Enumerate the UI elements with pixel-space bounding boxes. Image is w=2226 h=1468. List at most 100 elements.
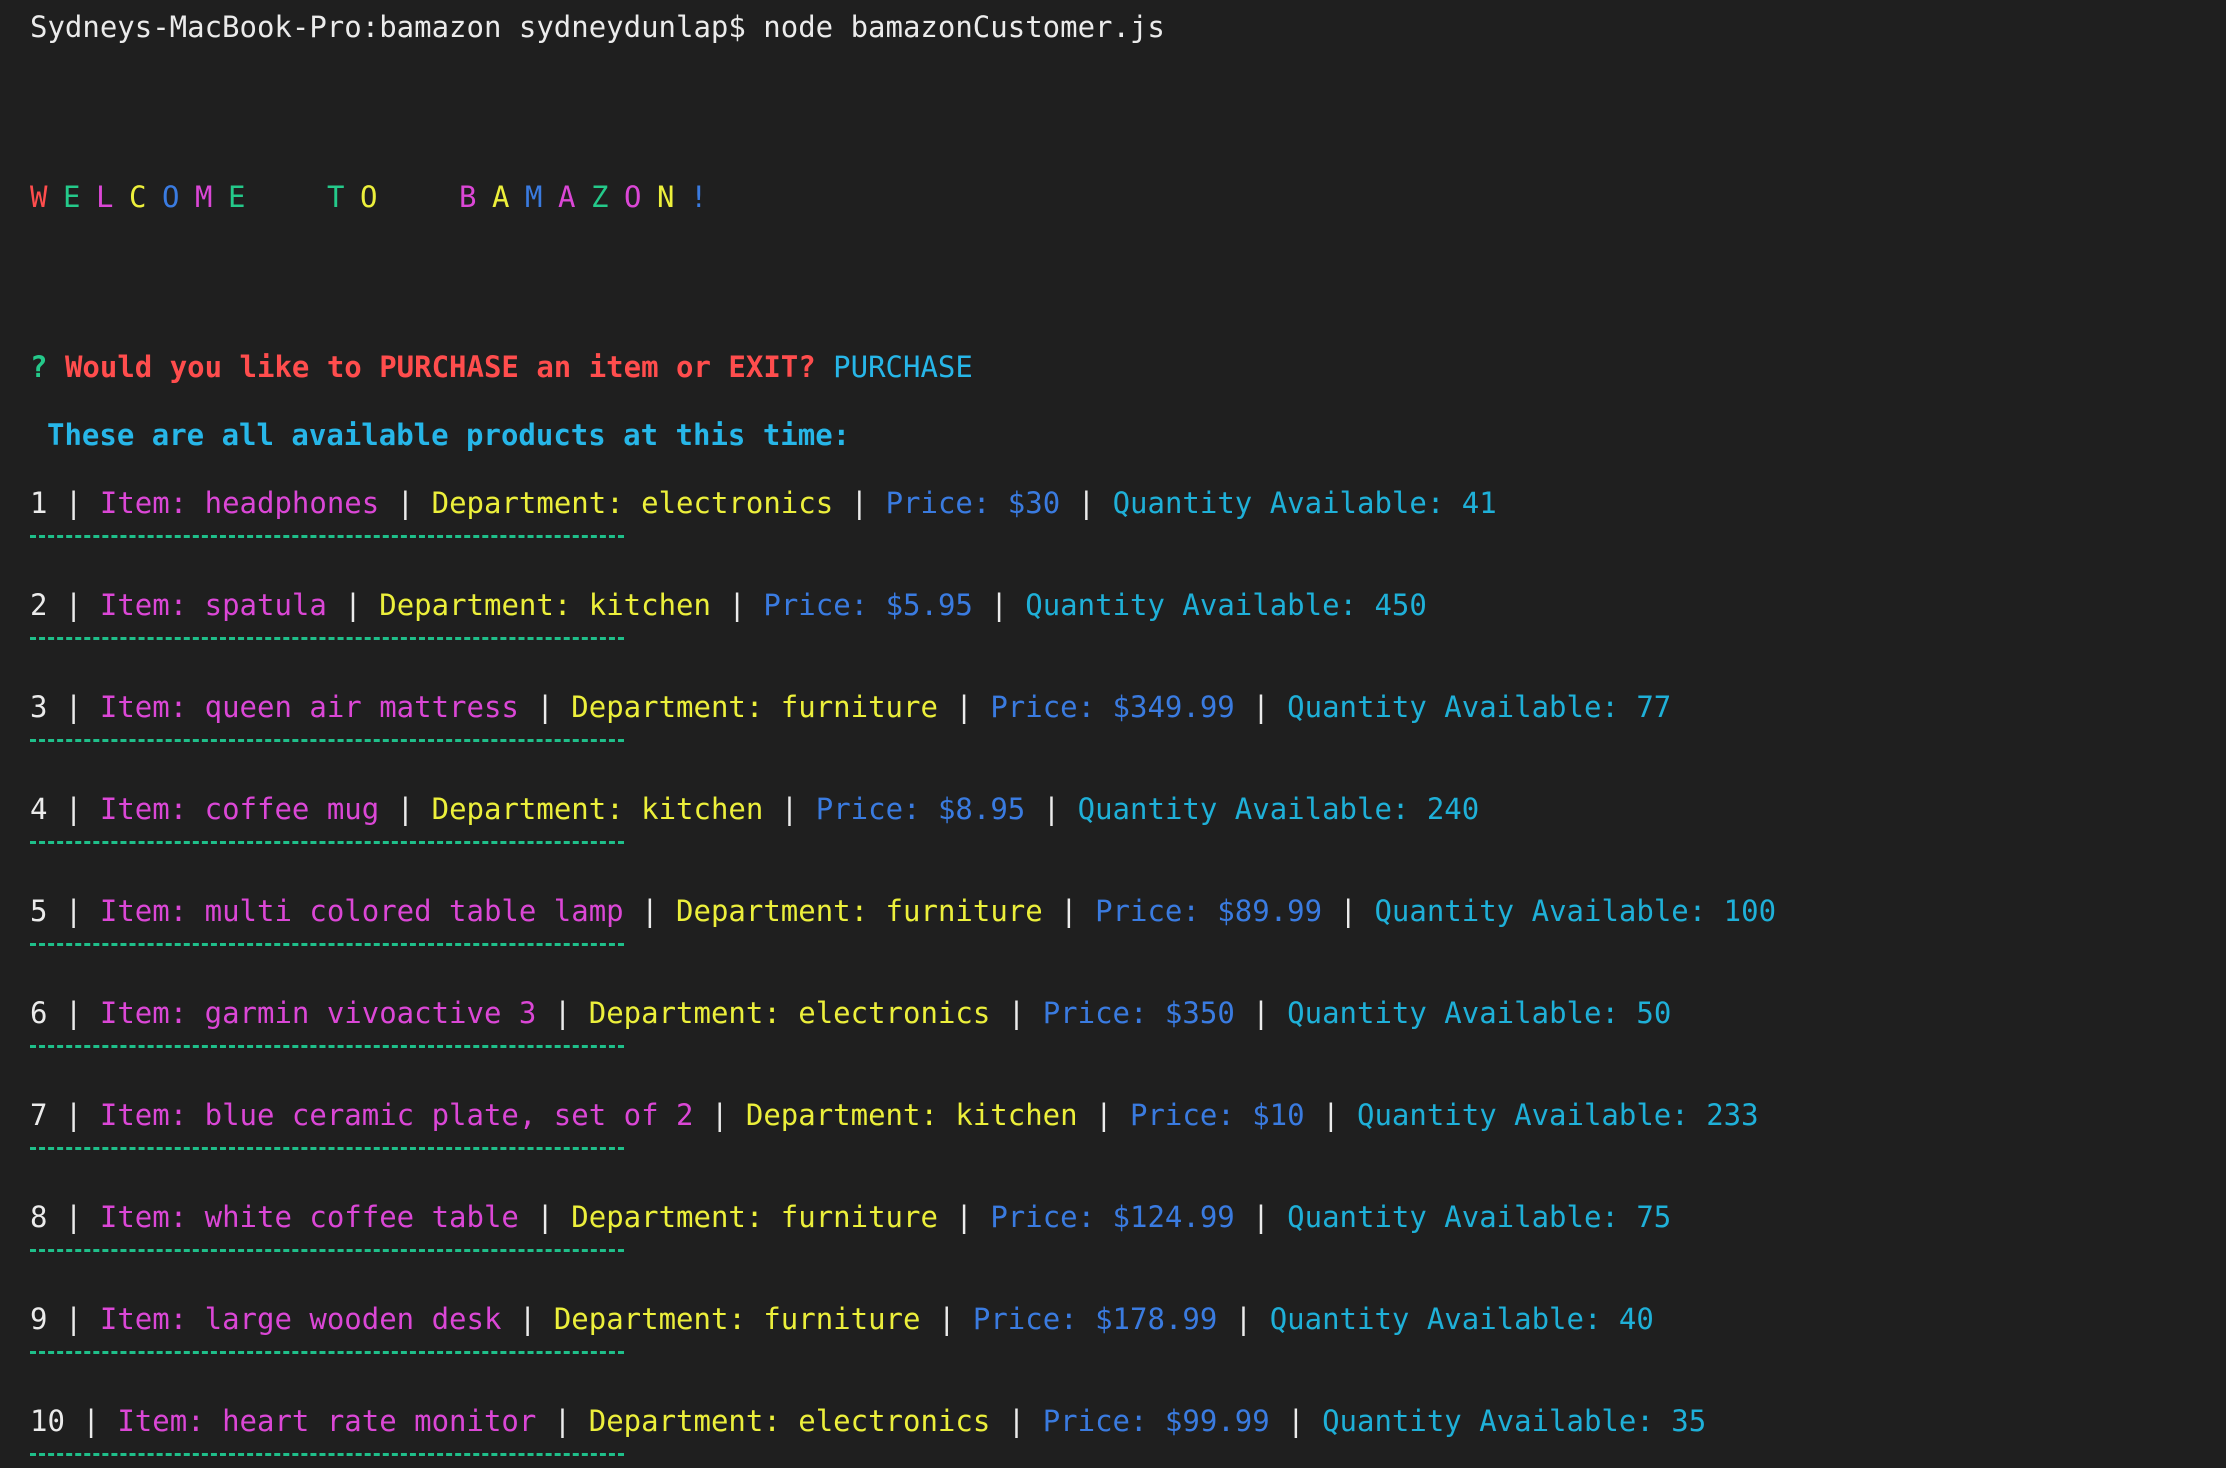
product-item: Item: headphones bbox=[99, 486, 380, 520]
product-department: Department: furniture bbox=[571, 1200, 938, 1234]
welcome-letter: E bbox=[63, 180, 81, 214]
row-divider bbox=[30, 1045, 624, 1048]
separator: | bbox=[518, 690, 572, 724]
product-price: Price: $99.99 bbox=[1042, 1404, 1270, 1438]
product-department: Department: kitchen bbox=[745, 1098, 1078, 1132]
welcome-letter: O bbox=[360, 180, 378, 214]
product-id: 9 bbox=[30, 1302, 48, 1336]
separator: | bbox=[379, 486, 432, 520]
welcome-letter: B bbox=[459, 180, 477, 214]
product-row: 5 | Item: multi colored table lamp | Dep… bbox=[30, 891, 1776, 931]
welcome-letter: A bbox=[492, 180, 510, 214]
product-department: Department: kitchen bbox=[431, 792, 764, 826]
product-id: 6 bbox=[30, 996, 48, 1030]
product-quantity: Quantity Available: 50 bbox=[1287, 996, 1672, 1030]
row-divider bbox=[30, 1147, 624, 1150]
separator: | bbox=[763, 792, 816, 826]
separator: | bbox=[1217, 1302, 1270, 1336]
separator: | bbox=[47, 894, 100, 928]
product-row: 2 | Item: spatula | Department: kitchen … bbox=[30, 585, 1427, 625]
welcome-letter: M bbox=[195, 180, 213, 214]
product-quantity: Quantity Available: 233 bbox=[1357, 1098, 1759, 1132]
welcome-letter: C bbox=[129, 180, 147, 214]
welcome-letter: Z bbox=[591, 180, 609, 214]
welcome-letter: W bbox=[30, 180, 48, 214]
product-item: Item: coffee mug bbox=[99, 792, 380, 826]
product-price: Price: $89.99 bbox=[1095, 894, 1323, 928]
welcome-letter: N bbox=[657, 180, 675, 214]
product-row: 10 | Item: heart rate monitor | Departme… bbox=[30, 1401, 1706, 1441]
product-id: 4 bbox=[30, 792, 48, 826]
separator: | bbox=[47, 1200, 100, 1234]
row-divider bbox=[30, 739, 624, 742]
product-price: Price: $5.95 bbox=[763, 588, 973, 622]
product-quantity: Quantity Available: 40 bbox=[1269, 1302, 1654, 1336]
product-row: 8 | Item: white coffee table | Departmen… bbox=[30, 1197, 1671, 1237]
product-item: Item: spatula bbox=[99, 588, 327, 622]
product-price: Price: $350 bbox=[1042, 996, 1235, 1030]
row-divider bbox=[30, 943, 624, 946]
welcome-letter bbox=[261, 177, 294, 217]
welcome-letter: A bbox=[558, 180, 576, 214]
product-id: 10 bbox=[30, 1404, 65, 1438]
welcome-letter: O bbox=[162, 180, 180, 214]
welcome-letter: E bbox=[228, 180, 246, 214]
row-divider bbox=[30, 637, 624, 640]
separator: | bbox=[1322, 894, 1375, 928]
product-row: 4 | Item: coffee mug | Department: kitch… bbox=[30, 789, 1479, 829]
row-divider bbox=[30, 1351, 624, 1354]
separator: | bbox=[501, 1302, 554, 1336]
separator: | bbox=[693, 1098, 746, 1132]
welcome-letter: O bbox=[624, 180, 642, 214]
product-department: Department: kitchen bbox=[379, 588, 711, 622]
separator: | bbox=[1234, 1200, 1288, 1234]
separator: | bbox=[1060, 486, 1113, 520]
welcome-letter: L bbox=[96, 180, 114, 214]
product-price: Price: $8.95 bbox=[815, 792, 1026, 826]
product-quantity: Quantity Available: 77 bbox=[1287, 690, 1672, 724]
product-quantity: Quantity Available: 240 bbox=[1077, 792, 1480, 826]
product-department: Department: furniture bbox=[571, 690, 938, 724]
product-id: 7 bbox=[30, 1098, 48, 1132]
product-item: Item: multi colored table lamp bbox=[99, 894, 624, 928]
row-divider bbox=[30, 841, 624, 844]
separator: | bbox=[536, 996, 589, 1030]
separator: | bbox=[1304, 1098, 1357, 1132]
terminal-window[interactable]: Sydneys-MacBook-Pro:bamazon sydneydunlap… bbox=[0, 0, 2226, 1468]
separator: | bbox=[518, 1200, 572, 1234]
welcome-letter bbox=[294, 177, 327, 217]
purchase-question: ? Would you like to PURCHASE an item or … bbox=[30, 347, 973, 387]
welcome-letter bbox=[393, 177, 426, 217]
product-id: 8 bbox=[30, 1200, 48, 1234]
separator: | bbox=[326, 588, 380, 622]
separator: | bbox=[47, 1302, 100, 1336]
separator: | bbox=[1077, 1098, 1130, 1132]
product-item: Item: large wooden desk bbox=[99, 1302, 502, 1336]
product-row: 3 | Item: queen air mattress | Departmen… bbox=[30, 687, 1671, 727]
product-quantity: Quantity Available: 41 bbox=[1112, 486, 1497, 520]
product-price: Price: $349.99 bbox=[990, 690, 1235, 724]
separator: | bbox=[990, 1404, 1043, 1438]
welcome-letter bbox=[426, 177, 459, 217]
welcome-letter: ! bbox=[690, 180, 708, 214]
welcome-letter: T bbox=[327, 180, 345, 214]
product-price: Price: $124.99 bbox=[990, 1200, 1235, 1234]
separator: | bbox=[937, 1200, 991, 1234]
separator: | bbox=[972, 588, 1026, 622]
product-id: 5 bbox=[30, 894, 48, 928]
product-price: Price: $178.99 bbox=[972, 1302, 1218, 1336]
separator: | bbox=[1269, 1404, 1323, 1438]
separator: | bbox=[833, 486, 886, 520]
product-department: Department: electronics bbox=[431, 486, 834, 520]
row-divider bbox=[30, 1453, 624, 1456]
product-department: Department: electronics bbox=[588, 1404, 991, 1438]
product-quantity: Quantity Available: 100 bbox=[1374, 894, 1777, 928]
product-row: 9 | Item: large wooden desk | Department… bbox=[30, 1299, 1654, 1339]
row-divider bbox=[30, 535, 624, 538]
product-row: 6 | Item: garmin vivoactive 3 | Departme… bbox=[30, 993, 1671, 1033]
product-item: Item: heart rate monitor bbox=[117, 1404, 537, 1438]
product-department: Department: electronics bbox=[588, 996, 991, 1030]
separator: | bbox=[536, 1404, 589, 1438]
product-item: Item: queen air mattress bbox=[99, 690, 519, 724]
product-id: 2 bbox=[30, 588, 48, 622]
